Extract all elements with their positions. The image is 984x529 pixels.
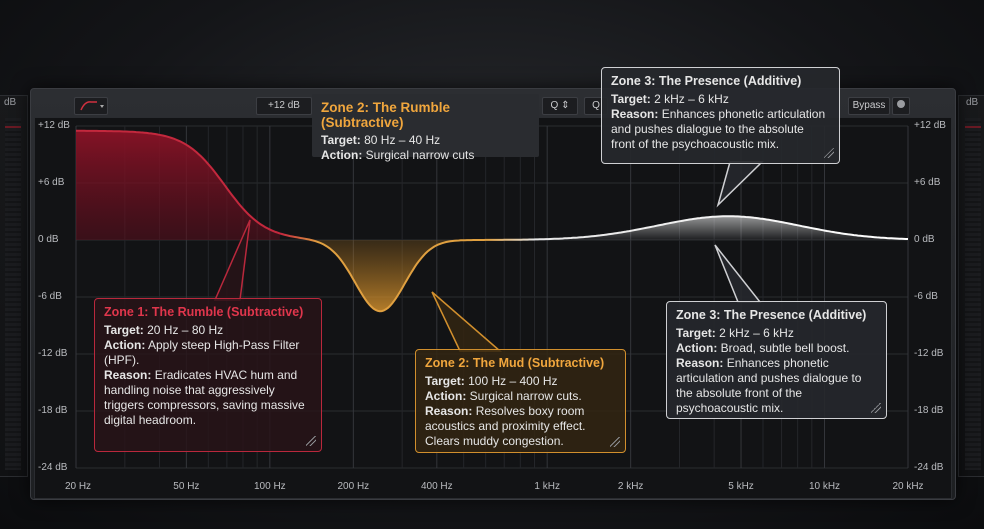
zone1-reason-label: Reason: [104, 368, 152, 382]
zone2-action: Surgical narrow cuts. [469, 389, 582, 403]
rumble-action-label: Action: [321, 148, 363, 162]
db-label: -12 dB [914, 348, 944, 359]
zone3-top-title: Zone 3: The Presence (Additive) [611, 74, 802, 88]
zone2-target: 100 Hz – 400 Hz [468, 374, 558, 388]
resize-grip-icon[interactable] [871, 403, 881, 413]
zone1-title: Zone 1: The Rumble (Subtractive) [104, 305, 304, 319]
db-label: +12 dB [38, 120, 70, 131]
rumble-tooltip: Zone 2: The Rumble (Subtractive) Target:… [312, 94, 539, 162]
frequency-label: 20 kHz [892, 481, 924, 492]
db-label: -18 dB [914, 405, 944, 416]
zone2-pointer [431, 291, 503, 352]
frequency-label: 200 Hz [337, 481, 370, 492]
zone3-target: 2 kHz – 6 kHz [719, 326, 794, 340]
rumble-target: 80 Hz – 40 Hz [364, 133, 441, 147]
db-label: +12 dB [914, 120, 946, 131]
zone3-action: Broad, subtle bell boost. [720, 341, 850, 355]
frequency-label: 10 kHz [808, 481, 841, 492]
zone1-target: 20 Hz – 80 Hz [147, 323, 224, 337]
zone3-top-target-label: Target: [611, 92, 651, 106]
rumble-target-label: Target: [321, 133, 361, 147]
frequency-label: 100 Hz [254, 481, 286, 492]
frequency-label: 5 kHz [728, 481, 754, 492]
zone1-target-label: Target: [104, 323, 144, 337]
frequency-label: 2 kHz [617, 481, 644, 492]
frequency-label: 400 Hz [420, 481, 453, 492]
rumble-action: Surgical narrow cuts [365, 148, 475, 162]
zone3-top-reason-label: Reason: [611, 107, 659, 121]
rumble-tooltip-title: Zone 2: The Rumble (Subtractive) [321, 100, 451, 130]
zone3-action-label: Action: [676, 341, 718, 355]
zone3-top-target: 2 kHz – 6 kHz [654, 92, 729, 106]
db-label: +6 dB [914, 177, 941, 188]
resize-grip-icon[interactable] [306, 436, 316, 446]
db-label: -24 dB [914, 462, 944, 473]
db-label: -24 dB [38, 462, 68, 473]
resize-grip-icon[interactable] [824, 148, 834, 158]
zone3-pointer [714, 244, 762, 303]
db-label: +6 dB [38, 177, 65, 188]
zone2-target-label: Target: [425, 374, 465, 388]
db-label: 0 dB [38, 234, 59, 245]
zone2-fill [311, 240, 484, 312]
zone3-top-callout: Zone 3: The Presence (Additive) Target: … [601, 67, 840, 164]
frequency-label: 20 Hz [64, 481, 92, 492]
zone1-callout: Zone 1: The Rumble (Subtractive) Target:… [94, 298, 322, 452]
db-label: 0 dB [914, 234, 935, 245]
resize-grip-icon[interactable] [610, 437, 620, 447]
db-label: -12 dB [38, 348, 68, 359]
db-label: -18 dB [38, 405, 68, 416]
db-label: -6 dB [38, 291, 62, 302]
zone2-callout: Zone 2: The Mud (Subtractive) Target: 10… [415, 349, 626, 453]
zone3-callout: Zone 3: The Presence (Additive) Target: … [666, 301, 887, 419]
zone2-title: Zone 2: The Mud (Subtractive) [425, 356, 605, 370]
zone2-action-label: Action: [425, 389, 467, 403]
zone3-target-label: Target: [676, 326, 716, 340]
db-label: -6 dB [914, 291, 938, 302]
zone2-reason-label: Reason: [425, 404, 473, 418]
frequency-label: 1 kHz [534, 481, 560, 492]
frequency-label: 50 Hz [173, 481, 200, 492]
zone3-title: Zone 3: The Presence (Additive) [676, 308, 867, 322]
zone1-action-label: Action: [104, 338, 146, 352]
zone3-reason-label: Reason: [676, 356, 724, 370]
